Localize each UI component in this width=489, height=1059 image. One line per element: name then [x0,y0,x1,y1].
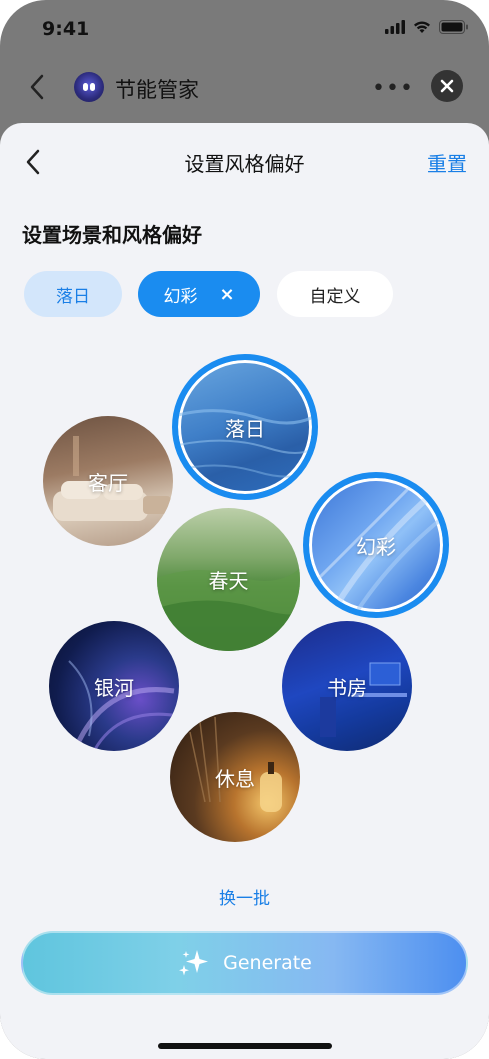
signal-icon [385,20,405,34]
generate-button[interactable]: Generate [21,931,468,995]
close-icon [440,79,454,93]
bubble-label: 客厅 [88,470,128,495]
app-header: 节能管家 ••• [0,60,489,116]
refresh-button[interactable]: 换一批 [0,884,489,909]
bubble-label: 书房 [327,675,367,700]
bubble-galaxy[interactable]: 银河 [49,621,179,751]
app-title: 节能管家 [115,78,199,102]
more-options-icon[interactable]: ••• [372,76,414,101]
chip-label: 自定义 [309,286,361,307]
chip-colorful[interactable]: 幻彩 × [138,271,260,317]
bubble-label: 幻彩 [356,534,396,559]
reset-button[interactable]: 重置 [427,148,467,177]
bubble-rest[interactable]: 休息 [170,712,300,842]
status-icons [385,20,469,34]
generate-label: Generate [223,952,312,974]
chip-custom[interactable]: 自定义 [277,271,393,317]
bubble-label: 银河 [94,675,134,700]
chip-label: 幻彩 [163,286,198,307]
battery-icon [439,20,468,34]
sparkle-icon [179,950,209,976]
style-preference-sheet: 设置风格偏好 重置 设置场景和风格偏好 落日 幻彩 × 自定义 客厅 落日 幻彩… [0,123,489,1059]
bubble-label: 春天 [208,569,249,593]
bubble-study[interactable]: 书房 [282,621,412,751]
wifi-icon [414,21,430,33]
close-button[interactable] [431,70,463,102]
bubble-label: 休息 [215,766,255,791]
back-icon[interactable] [28,74,46,100]
bubble-label: 落日 [225,416,265,441]
chip-sunset[interactable]: 落日 [24,271,122,317]
bubble-colorful[interactable]: 幻彩 [303,472,449,618]
status-time: 9:41 [42,18,90,40]
app-logo [74,72,104,102]
refresh-label: 换一批 [219,889,270,909]
bubble-sunset[interactable]: 落日 [172,354,318,500]
chip-label: 落日 [56,286,90,307]
bubble-living-room[interactable]: 客厅 [43,416,173,546]
sheet-title: 设置风格偏好 [184,152,305,176]
status-bar: 9:41 [0,0,489,60]
section-title: 设置场景和风格偏好 [22,223,202,247]
home-indicator [158,1043,332,1049]
phone-screen: 9:41 节能管家 ••• 设置风格偏好 重置 设置场景和风格偏好 落日 幻彩 … [0,0,489,1059]
remove-chip-icon[interactable]: × [219,284,234,305]
